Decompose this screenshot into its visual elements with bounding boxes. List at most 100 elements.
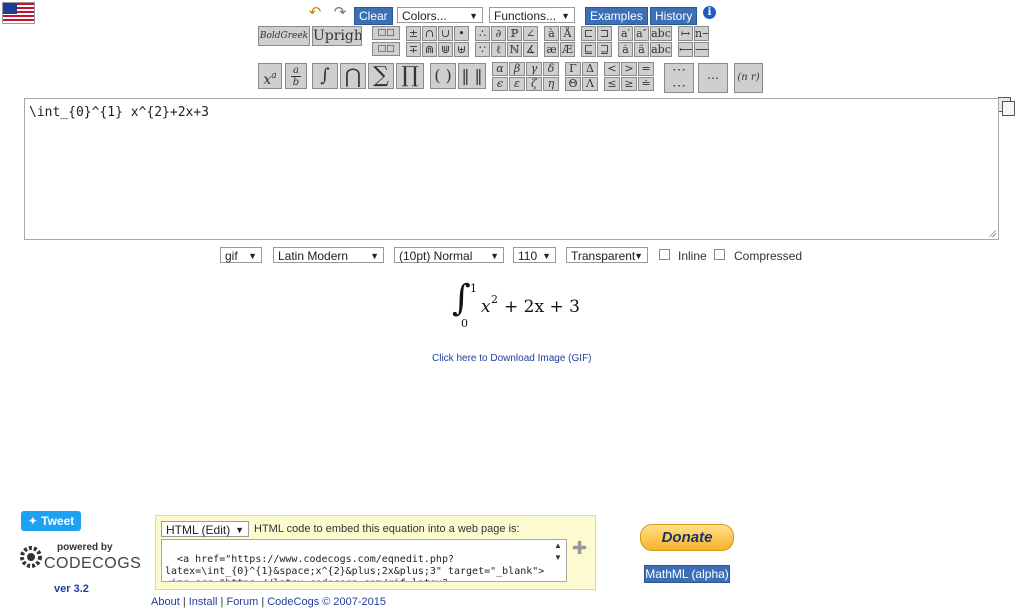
- history-button[interactable]: History: [650, 7, 698, 25]
- info-icon[interactable]: i: [703, 6, 716, 19]
- bold-greek-button[interactable]: BoldGreek: [258, 26, 310, 46]
- scroll-down-icon[interactable]: ▼: [554, 553, 562, 562]
- symbol-button[interactable]: ∡: [523, 42, 538, 57]
- symbol-button[interactable]: Δ: [582, 62, 598, 76]
- symbol-button[interactable]: η: [543, 77, 559, 91]
- symbol-button[interactable]: ∠: [523, 26, 538, 41]
- symbol-button[interactable]: α: [492, 62, 508, 76]
- upright-button[interactable]: Upright: [312, 26, 362, 46]
- symbol-button[interactable]: Γ: [565, 62, 581, 76]
- background-select[interactable]: Transparent ▼: [566, 247, 648, 263]
- symbol-button[interactable]: ⟵: [678, 42, 693, 57]
- symbol-button[interactable]: ȧ: [618, 42, 633, 57]
- embed-code-textarea[interactable]: <a href="https://www.codecogs.com/eqnedi…: [161, 539, 567, 582]
- inline-checkbox[interactable]: [659, 249, 670, 260]
- symbol-button[interactable]: ↦: [678, 26, 693, 41]
- symbol-button[interactable]: ∵: [475, 42, 490, 57]
- symbol-button[interactable]: ≐: [638, 77, 654, 91]
- product-button[interactable]: ∏: [396, 63, 424, 89]
- symbol-button[interactable]: æ: [544, 42, 559, 57]
- sum-button[interactable]: ∑: [368, 63, 394, 89]
- symbol-button[interactable]: Θ: [565, 77, 581, 91]
- symbol-button[interactable]: ≥: [621, 77, 637, 91]
- latex-editor-textarea[interactable]: \int_{0}^{1} x^{2}+2x+3: [24, 98, 999, 240]
- symbol-button[interactable]: ℓ: [491, 42, 506, 57]
- dpi-select[interactable]: 110 ▼: [513, 247, 556, 263]
- footer-forum-link[interactable]: Forum: [226, 596, 258, 608]
- superscript-button[interactable]: xa: [258, 63, 282, 89]
- matrix-button[interactable]: ⋯: [698, 63, 728, 93]
- font-select[interactable]: Latin Modern ▼: [273, 247, 384, 263]
- symbol-button[interactable]: ∴: [475, 26, 490, 41]
- fraction-button[interactable]: a b: [285, 63, 307, 89]
- mathml-button[interactable]: MathML (alpha): [644, 565, 730, 583]
- symbol-button[interactable]: ϵ: [492, 77, 508, 91]
- symbol-button[interactable]: abc: [650, 26, 672, 41]
- symbol-button[interactable]: ∩: [422, 26, 437, 41]
- symbol-button[interactable]: à: [544, 26, 559, 41]
- symbol-button[interactable]: ä: [634, 42, 649, 57]
- symbol-button[interactable]: ⊏: [581, 26, 596, 41]
- dots-button[interactable]: ⋯ ⋯: [664, 63, 694, 93]
- symbol-button[interactable]: Å: [560, 26, 575, 41]
- symbol-button[interactable]: >: [621, 62, 637, 76]
- symbol-button[interactable]: ε: [509, 77, 525, 91]
- resize-grip-icon[interactable]: [988, 229, 996, 237]
- norm-button[interactable]: ‖ ‖: [458, 63, 486, 89]
- symbol-button[interactable]: ζ: [526, 77, 542, 91]
- symbol-button[interactable]: ⊒: [597, 42, 612, 57]
- big-cap-button[interactable]: ⋂: [340, 63, 366, 89]
- layout-button-1[interactable]: □□: [372, 26, 400, 40]
- footer-install-link[interactable]: Install: [189, 596, 218, 608]
- tweet-button[interactable]: ✦ Tweet: [21, 511, 81, 531]
- symbol-button[interactable]: ℕ: [507, 42, 522, 57]
- symbol-button[interactable]: ⊐: [597, 26, 612, 41]
- symbol-button[interactable]: ∪: [438, 26, 453, 41]
- compressed-label: Compressed: [734, 249, 803, 263]
- language-flag-icon[interactable]: [2, 2, 35, 24]
- undo-icon[interactable]: ↶: [305, 5, 325, 21]
- symbol-button[interactable]: a′: [618, 26, 633, 41]
- symbol-button[interactable]: Λ: [582, 77, 598, 91]
- examples-button[interactable]: Examples: [585, 7, 648, 25]
- symbol-button[interactable]: <: [604, 62, 620, 76]
- symbol-button[interactable]: =: [638, 62, 654, 76]
- puzzle-icon[interactable]: ✚: [572, 538, 592, 558]
- functions-select[interactable]: Functions... ▼: [489, 7, 575, 23]
- symbol-button[interactable]: Æ: [560, 42, 575, 57]
- donate-button[interactable]: Donate: [640, 524, 734, 551]
- version-text: ver 3.2: [54, 583, 89, 595]
- size-select[interactable]: (10pt) Normal ▼: [394, 247, 504, 263]
- redo-icon[interactable]: ↷: [330, 5, 350, 21]
- symbol-button[interactable]: ⋒: [422, 42, 437, 57]
- symbol-button[interactable]: ℙ: [507, 26, 522, 41]
- format-select[interactable]: gif ▼: [220, 247, 262, 263]
- symbol-button[interactable]: γ: [526, 62, 542, 76]
- symbol-button[interactable]: abc: [650, 42, 672, 57]
- symbol-button[interactable]: β: [509, 62, 525, 76]
- footer-codecogs-link[interactable]: CodeCogs © 2007-2015: [267, 596, 386, 608]
- compressed-checkbox[interactable]: [714, 249, 725, 260]
- download-image-link[interactable]: Click here to Download Image (GIF): [432, 353, 592, 364]
- binomial-button[interactable]: (n r): [734, 63, 763, 93]
- symbol-button[interactable]: ∓: [406, 42, 421, 57]
- symbol-button[interactable]: ≤: [604, 77, 620, 91]
- symbol-button[interactable]: n→: [694, 26, 709, 41]
- scroll-up-icon[interactable]: ▲: [554, 541, 562, 550]
- symbol-button[interactable]: ∂: [491, 26, 506, 41]
- symbol-button[interactable]: δ: [543, 62, 559, 76]
- symbol-button[interactable]: •: [454, 26, 469, 41]
- parentheses-button[interactable]: ( ): [430, 63, 456, 89]
- symbol-button[interactable]: ⟶: [694, 42, 709, 57]
- symbol-button[interactable]: ⋓: [438, 42, 453, 57]
- clear-button[interactable]: Clear: [354, 7, 393, 25]
- symbol-button[interactable]: ±: [406, 26, 421, 41]
- symbol-button[interactable]: ⊑: [581, 42, 596, 57]
- embed-type-select[interactable]: HTML (Edit) ▼: [161, 521, 249, 537]
- footer-about-link[interactable]: About: [151, 596, 180, 608]
- colors-select[interactable]: Colors... ▼: [397, 7, 483, 23]
- symbol-button[interactable]: ⊎: [454, 42, 469, 57]
- layout-button-2[interactable]: □□: [372, 42, 400, 56]
- integral-button[interactable]: ∫: [312, 63, 338, 89]
- symbol-button[interactable]: a″: [634, 26, 649, 41]
